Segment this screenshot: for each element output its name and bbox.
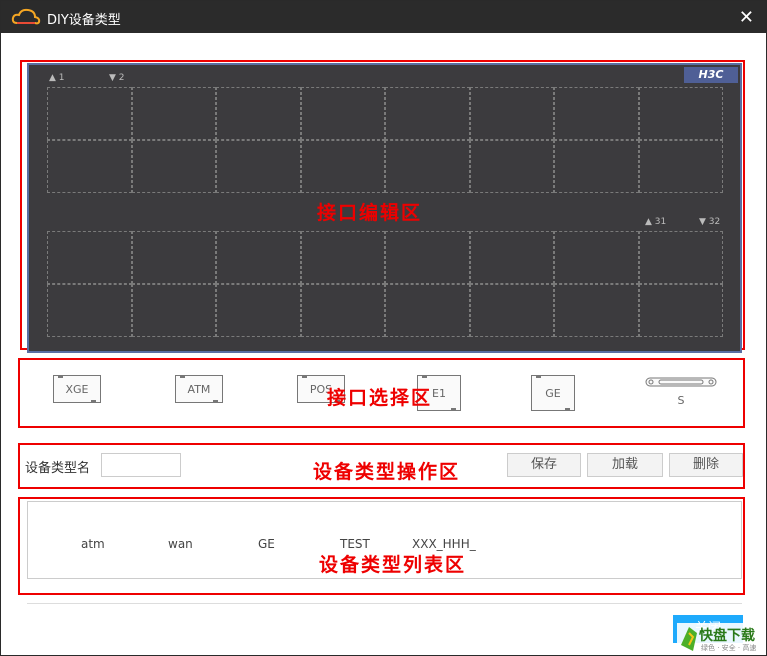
save-button[interactable]: 保存 (507, 453, 581, 477)
port-slot[interactable] (47, 87, 132, 140)
port-slot[interactable] (300, 284, 385, 337)
annotation-edit-area: 接口编辑区 (317, 202, 423, 224)
port-label-1: ▲ 1 (49, 73, 65, 83)
port-label-32: ▼ 32 (699, 217, 721, 227)
port-grid-bottom[interactable] (47, 231, 723, 337)
port-slot[interactable] (131, 231, 216, 284)
port-slot[interactable] (216, 231, 301, 284)
port-slot[interactable] (47, 284, 132, 337)
port-slot[interactable] (638, 140, 723, 193)
annotation-ops-area: 设备类型操作区 (313, 461, 461, 483)
close-icon[interactable]: ✕ (739, 7, 754, 28)
port-slot[interactable] (554, 284, 639, 337)
watermark-subtext: 绿色 · 安全 · 高速 (701, 644, 757, 652)
port-label-31: ▲ 31 (645, 217, 667, 227)
load-button[interactable]: 加载 (587, 453, 663, 477)
port-slot[interactable] (300, 231, 385, 284)
list-item[interactable]: GE (258, 537, 275, 551)
port-type-xge[interactable]: XGE (53, 375, 101, 403)
footer-divider (27, 603, 742, 604)
port-slot[interactable] (638, 284, 723, 337)
port-type-atm[interactable]: ATM (175, 375, 223, 403)
port-slot[interactable] (554, 231, 639, 284)
port-slot[interactable] (469, 284, 554, 337)
port-slot[interactable] (469, 231, 554, 284)
watermark-text: 快盘下载 (699, 628, 755, 644)
cloud-logo-icon (11, 8, 41, 25)
annotation-select-area: 接口选择区 (327, 387, 433, 409)
device-type-name-label: 设备类型名 (25, 461, 91, 476)
port-label-2: ▼ 2 (109, 73, 125, 83)
port-slot[interactable] (300, 87, 385, 140)
list-item[interactable]: atm (81, 537, 105, 551)
dialog-window: DIY设备类型 ✕ H3C ▲ 1 ▼ 2 ▲ 31 ▼ 32 接口编辑区 XG… (0, 0, 767, 656)
port-slot[interactable] (554, 87, 639, 140)
port-slot[interactable] (47, 140, 132, 193)
port-type-ge[interactable]: GE (531, 375, 575, 411)
port-slot[interactable] (131, 140, 216, 193)
title-bar: DIY设备类型 ✕ (1, 1, 766, 33)
port-type-serial[interactable]: S (645, 375, 717, 407)
brand-badge: H3C (684, 67, 738, 83)
list-item[interactable]: XXX_HHH_ (412, 537, 476, 551)
delete-button[interactable]: 删除 (669, 453, 743, 477)
watermark: 快盘下载 绿色 · 安全 · 高速 (677, 623, 765, 655)
port-slot[interactable] (216, 87, 301, 140)
port-slot[interactable] (131, 87, 216, 140)
list-item[interactable]: TEST (340, 537, 370, 551)
port-grid-top[interactable] (47, 87, 723, 193)
port-slot[interactable] (47, 231, 132, 284)
port-slot[interactable] (385, 284, 470, 337)
port-slot[interactable] (469, 87, 554, 140)
annotation-list-area: 设备类型列表区 (319, 554, 467, 576)
port-slot[interactable] (216, 284, 301, 337)
port-slot[interactable] (638, 87, 723, 140)
port-slot[interactable] (216, 140, 301, 193)
watermark-logo-icon (681, 627, 697, 651)
port-slot[interactable] (638, 231, 723, 284)
port-slot[interactable] (385, 87, 470, 140)
serial-port-icon (645, 377, 717, 387)
port-slot[interactable] (554, 140, 639, 193)
port-slot[interactable] (385, 140, 470, 193)
port-slot[interactable] (300, 140, 385, 193)
port-slot[interactable] (131, 284, 216, 337)
window-title: DIY设备类型 (47, 13, 121, 28)
port-slot[interactable] (385, 231, 470, 284)
list-item[interactable]: wan (168, 537, 193, 551)
device-type-name-input[interactable] (101, 453, 181, 477)
port-slot[interactable] (469, 140, 554, 193)
